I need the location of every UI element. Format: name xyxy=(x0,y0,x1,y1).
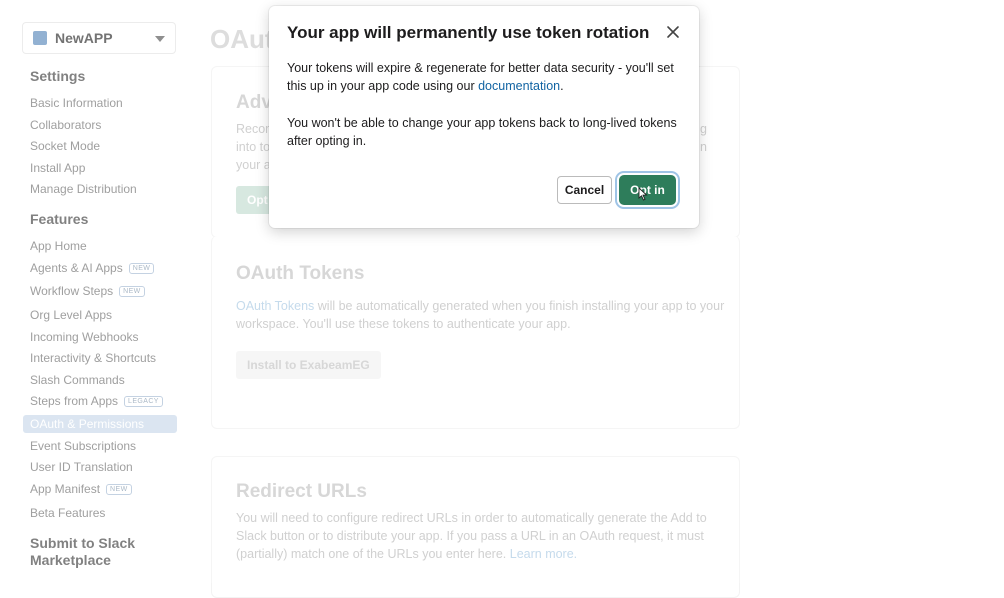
dialog-text: . xyxy=(560,79,564,93)
dialog-text: this up in your app code using our xyxy=(287,79,479,93)
token-rotation-dialog: Your app will permanently use token rota… xyxy=(269,6,699,228)
cancel-button[interactable]: Cancel xyxy=(557,176,612,204)
close-button[interactable] xyxy=(665,24,681,40)
documentation-link[interactable]: documentation xyxy=(478,79,560,93)
close-icon xyxy=(667,26,679,38)
cursor-icon xyxy=(638,187,648,201)
dialog-text-line-1: Your tokens will expire & regenerate for… xyxy=(287,61,674,75)
dialog-text-line-2: this up in your app code using our docum… xyxy=(287,77,679,95)
dialog-text-line-3: You won't be able to change your app tok… xyxy=(287,116,677,130)
dialog-text-line-4: after opting in. xyxy=(287,134,367,148)
dialog-title: Your app will permanently use token rota… xyxy=(287,23,650,42)
